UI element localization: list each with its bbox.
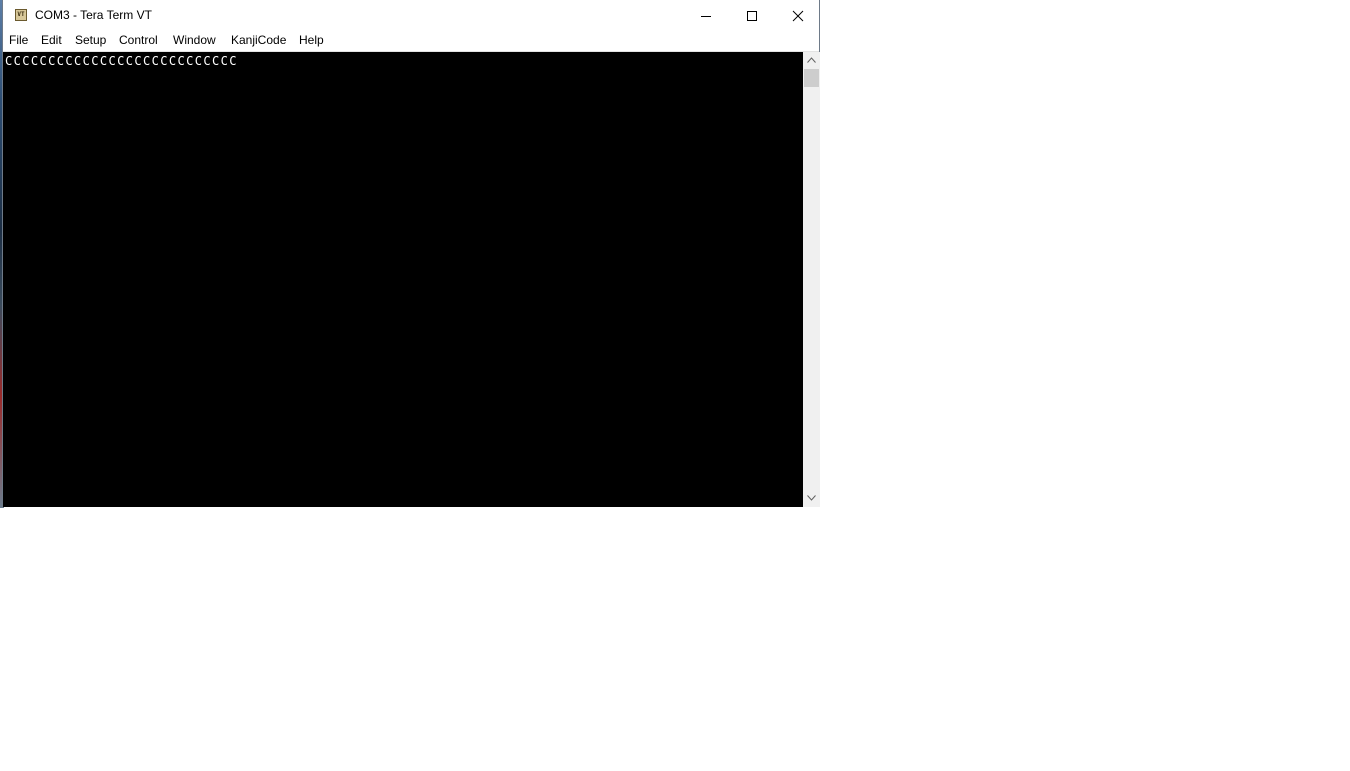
maximize-button[interactable] (729, 0, 775, 31)
vt-terminal-icon[interactable]: VT (15, 9, 27, 21)
menu-setup[interactable]: Setup (73, 33, 108, 47)
terminal-screen[interactable]: CCCCCCCCCCCCCCCCCCCCCCCCCCC (3, 52, 803, 507)
menu-window[interactable]: Window (171, 33, 218, 47)
chevron-down-icon (807, 495, 816, 501)
menu-control[interactable]: Control (117, 33, 160, 47)
scroll-up-button[interactable] (803, 52, 820, 69)
menu-kanjicode[interactable]: KanjiCode (229, 33, 288, 47)
maximize-icon (747, 11, 757, 21)
menu-file[interactable]: File (7, 33, 30, 47)
minimize-icon (701, 16, 711, 17)
scroll-down-button[interactable] (803, 490, 820, 507)
vertical-scrollbar[interactable] (803, 52, 820, 507)
chevron-up-icon (807, 57, 816, 63)
terminal-output-line: CCCCCCCCCCCCCCCCCCCCCCCCCCC (5, 54, 238, 68)
minimize-button[interactable] (683, 0, 729, 31)
menu-edit[interactable]: Edit (39, 33, 64, 47)
scroll-thumb[interactable] (804, 69, 819, 87)
close-icon (792, 10, 804, 22)
menu-bar: File Edit Setup Control Window KanjiCode… (3, 31, 819, 52)
title-bar[interactable]: VT COM3 - Tera Term VT (3, 0, 819, 31)
close-button[interactable] (775, 0, 821, 31)
menu-help[interactable]: Help (297, 33, 326, 47)
window-title: COM3 - Tera Term VT (35, 8, 152, 22)
tera-term-window: VT COM3 - Tera Term VT File Edit Setup C… (2, 0, 820, 507)
